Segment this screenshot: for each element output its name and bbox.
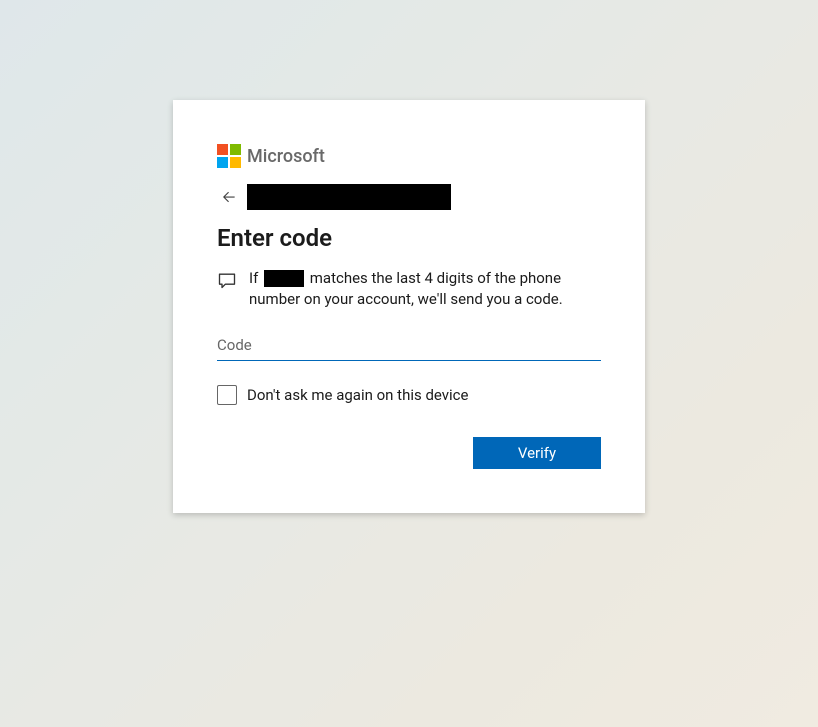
- info-prefix: If: [249, 269, 258, 287]
- remember-device-checkbox[interactable]: [217, 385, 237, 405]
- button-row: Verify: [217, 437, 601, 469]
- identity-row: [217, 184, 601, 210]
- account-identifier-redacted: [247, 184, 451, 210]
- code-input[interactable]: [217, 330, 601, 361]
- page-heading: Enter code: [217, 224, 601, 252]
- sms-icon: [217, 270, 237, 290]
- back-button[interactable]: [217, 185, 241, 209]
- arrow-left-icon: [220, 188, 238, 206]
- remember-device-row: Don't ask me again on this device: [217, 385, 601, 405]
- microsoft-logo-icon: [217, 144, 241, 168]
- brand-row: Microsoft: [217, 144, 601, 168]
- info-text: If matches the last 4 digits of the phon…: [249, 268, 601, 310]
- auth-card: Microsoft Enter code If matches the last…: [173, 100, 645, 513]
- info-row: If matches the last 4 digits of the phon…: [217, 268, 601, 310]
- verify-button[interactable]: Verify: [473, 437, 601, 469]
- remember-device-label[interactable]: Don't ask me again on this device: [247, 386, 469, 404]
- phone-digits-redacted: [264, 270, 304, 287]
- brand-name: Microsoft: [247, 146, 325, 167]
